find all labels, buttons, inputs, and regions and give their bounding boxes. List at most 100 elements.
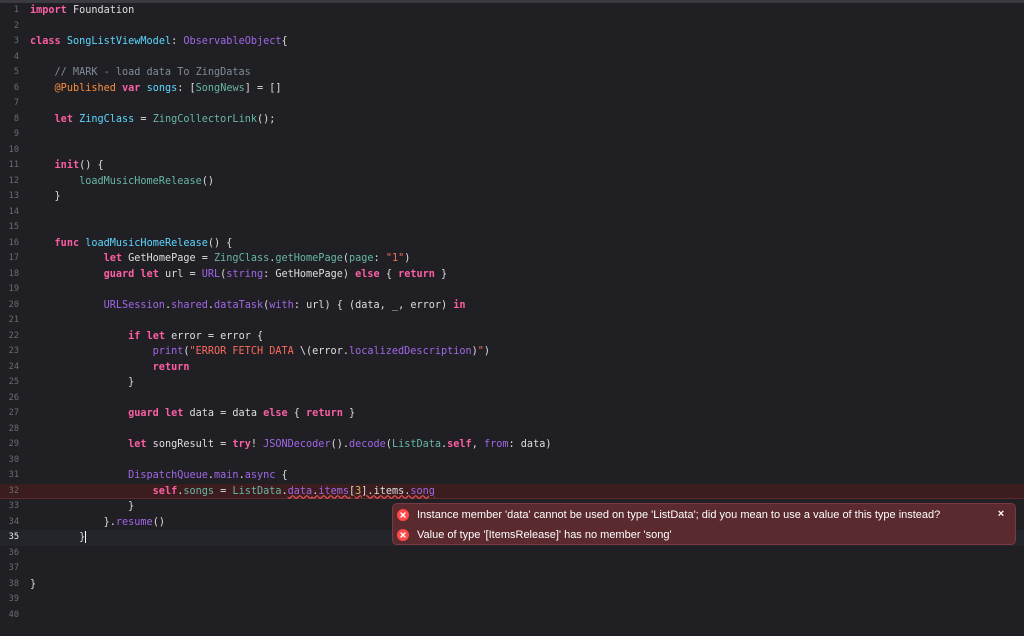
error-popover: Instance member 'data' cannot be used on… bbox=[392, 503, 1016, 545]
code-token: "1" bbox=[385, 253, 405, 264]
code-line[interactable]: 17 let GetHomePage = ZingClass.getHomePa… bbox=[0, 251, 1024, 267]
code-text: } bbox=[30, 189, 61, 205]
code-text: guard let data = data else { return } bbox=[30, 406, 355, 422]
code-token: songs bbox=[183, 485, 215, 497]
code-token: ! bbox=[250, 439, 264, 450]
code-token: ].items. bbox=[361, 485, 411, 497]
code-token: let bbox=[140, 268, 159, 280]
code-token: self bbox=[447, 439, 472, 450]
line-number: 27 bbox=[8, 408, 19, 418]
code-line[interactable]: 10 bbox=[0, 143, 1024, 159]
code-token: } bbox=[30, 191, 61, 202]
code-line[interactable]: 15 bbox=[0, 220, 1024, 236]
code-line[interactable]: 24 return bbox=[0, 360, 1024, 376]
code-line[interactable]: 11 init() { bbox=[0, 158, 1024, 174]
code-token: ZingClass bbox=[79, 113, 135, 125]
code-line[interactable]: 16 func loadMusicHomeRelease() { bbox=[0, 236, 1024, 252]
code-line[interactable]: 32 self.songs = ListData.data.items[3].i… bbox=[0, 483, 1024, 500]
code-text: init() { bbox=[30, 158, 104, 174]
code-line[interactable]: 26 bbox=[0, 391, 1024, 407]
code-line[interactable]: 2 bbox=[0, 19, 1024, 35]
code-token: print bbox=[152, 346, 184, 357]
code-line[interactable]: 8 let ZingClass = ZingCollectorLink(); bbox=[0, 112, 1024, 128]
code-line[interactable]: 18 guard let url = URL(string: GetHomePa… bbox=[0, 267, 1024, 283]
code-token: URL bbox=[201, 268, 221, 280]
code-token: = bbox=[134, 113, 153, 125]
line-number: 7 bbox=[13, 98, 19, 108]
code-token: data bbox=[287, 485, 313, 497]
line-number: 8 bbox=[13, 113, 19, 124]
code-token: : GetHomePage) bbox=[263, 268, 356, 280]
line-number: 16 bbox=[8, 237, 19, 248]
code-token: let bbox=[103, 253, 123, 264]
line-number: 36 bbox=[8, 547, 19, 558]
line-number: 9 bbox=[13, 129, 19, 139]
code-token: self bbox=[152, 485, 178, 497]
code-line[interactable]: 9 bbox=[0, 127, 1024, 143]
code-line[interactable]: 4 bbox=[0, 50, 1024, 66]
code-token: () { bbox=[79, 160, 104, 171]
code-token: "ERROR FETCH DATA bbox=[189, 346, 300, 357]
line-number: 6 bbox=[13, 82, 19, 93]
code-line[interactable]: 23 print("ERROR FETCH DATA \(error.local… bbox=[0, 344, 1024, 360]
code-line[interactable]: 40 bbox=[0, 608, 1024, 624]
code-line[interactable]: 21 bbox=[0, 313, 1024, 329]
code-line[interactable]: 14 bbox=[0, 205, 1024, 221]
code-line[interactable]: 7 bbox=[0, 96, 1024, 112]
code-text: let songResult = try! JSONDecoder().deco… bbox=[30, 437, 551, 453]
code-line[interactable]: 39 bbox=[0, 592, 1024, 608]
code-token: async bbox=[244, 470, 276, 481]
code-token: { bbox=[281, 36, 288, 47]
code-line[interactable]: 25 } bbox=[0, 375, 1024, 391]
code-line[interactable]: 37 bbox=[0, 561, 1024, 577]
code-text: self.songs = ListData.data.items[3].item… bbox=[30, 484, 435, 500]
code-text: URLSession.shared.dataTask(with: url) { … bbox=[30, 298, 466, 314]
line-number: 12 bbox=[8, 175, 19, 186]
code-line[interactable]: 38} bbox=[0, 577, 1024, 593]
code-token: GetHomePage = bbox=[122, 253, 215, 264]
code-line[interactable]: 19 bbox=[0, 282, 1024, 298]
code-token: } bbox=[342, 408, 356, 419]
code-token: ] = [] bbox=[244, 82, 282, 94]
code-line[interactable]: 13 } bbox=[0, 189, 1024, 205]
code-line[interactable]: 12 loadMusicHomeRelease() bbox=[0, 174, 1024, 190]
code-text: } bbox=[30, 577, 36, 593]
code-token: songs bbox=[146, 82, 178, 94]
code-token: return bbox=[398, 268, 435, 280]
code-token: DispatchQueue bbox=[128, 470, 208, 481]
code-token: let bbox=[54, 113, 73, 125]
code-token: return bbox=[152, 361, 190, 373]
code-text: func loadMusicHomeRelease() { bbox=[30, 236, 233, 252]
code-line[interactable]: 3 class SongListViewModel: ObservableObje… bbox=[0, 34, 1024, 50]
line-number: 30 bbox=[8, 454, 19, 465]
code-token: () bbox=[152, 516, 165, 528]
code-token: dataTask bbox=[214, 299, 264, 311]
code-line[interactable]: 30 bbox=[0, 453, 1024, 469]
code-line[interactable]: 31 DispatchQueue.main.async { bbox=[0, 468, 1024, 484]
code-token: ZingClass bbox=[214, 253, 270, 264]
code-line[interactable]: 27 guard let data = data else { return } bbox=[0, 406, 1024, 422]
code-line[interactable]: 5 // MARK - load data To ZingDatas bbox=[0, 65, 1024, 81]
code-line[interactable]: 28 bbox=[0, 422, 1024, 438]
code-token: Foundation bbox=[66, 5, 135, 16]
line-number: 22 bbox=[8, 330, 19, 341]
line-number: 17 bbox=[8, 253, 19, 263]
code-line[interactable]: 29 let songResult = try! JSONDecoder().d… bbox=[0, 437, 1024, 453]
code-token: songResult = bbox=[146, 439, 233, 450]
code-line[interactable]: 1 import Foundation bbox=[0, 3, 1024, 19]
code-line[interactable]: 36 bbox=[0, 546, 1024, 562]
code-token: } bbox=[434, 268, 448, 280]
code-line[interactable]: 22 if let error = error { bbox=[0, 329, 1024, 345]
code-token: ZingCollectorLink bbox=[152, 113, 257, 125]
line-number: 34 bbox=[8, 516, 19, 527]
code-token: { bbox=[275, 470, 288, 481]
code-token: try bbox=[232, 439, 251, 450]
line-number: 40 bbox=[8, 609, 19, 620]
code-line[interactable]: 20 URLSession.shared.dataTask(with: url)… bbox=[0, 298, 1024, 314]
code-line[interactable]: 6 @Published var songs: [SongNews] = [] bbox=[0, 81, 1024, 97]
code-token: }. bbox=[30, 516, 116, 528]
close-icon[interactable]: × bbox=[993, 506, 1009, 522]
